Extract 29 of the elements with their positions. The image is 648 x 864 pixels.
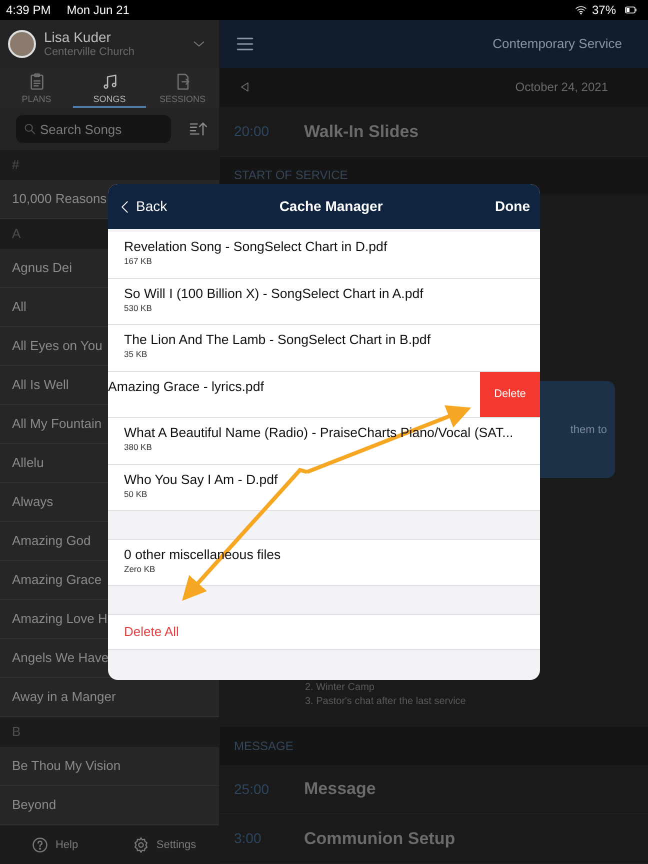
status-time: 4:39 PM	[6, 2, 51, 19]
item-duration: 20:00	[234, 122, 270, 141]
plan-title: Contemporary Service	[492, 35, 622, 54]
user-name: Lisa Kuder	[44, 29, 112, 45]
item-duration: 25:00	[234, 780, 270, 799]
file-size: 50 KB	[124, 488, 148, 500]
plan-date: October 24, 2021	[515, 79, 608, 96]
file-name: The Lion And The Lamb - SongSelect Chart in B.pdf	[124, 331, 431, 348]
battery-percent: 37%	[592, 2, 616, 19]
card-text: them to	[570, 422, 607, 438]
note-line: 2. Winter Camp	[305, 681, 376, 696]
file-name: So Will I (100 Billion X) - SongSelect Chart in A.pdf	[124, 284, 424, 302]
item-title: Walk-In Slides	[304, 120, 419, 143]
file-name: Amazing Grace - lyrics.pdf	[108, 378, 264, 394]
item-title: Message	[304, 778, 376, 800]
note-line: 3. Pastor's chat after the last service	[305, 695, 467, 710]
file-name: Who You Say I Am - D.pdf	[124, 470, 278, 488]
section-header: MESSAGE	[220, 727, 648, 765]
status-date: Mon Jun 21	[66, 2, 130, 19]
file-size: Zero KB	[124, 563, 156, 575]
item-title: Communion Setup	[304, 828, 456, 850]
section-header: #	[0, 150, 219, 180]
file-size: 530 KB	[124, 302, 153, 314]
file-size: 380 KB	[124, 441, 153, 453]
organization-name: Centerville Church	[44, 45, 134, 59]
file-size: 35 KB	[124, 348, 148, 360]
file-size: 167 KB	[124, 255, 153, 267]
dialog-title: Cache Manager	[279, 197, 383, 216]
item-duration: 3:00	[234, 829, 262, 848]
